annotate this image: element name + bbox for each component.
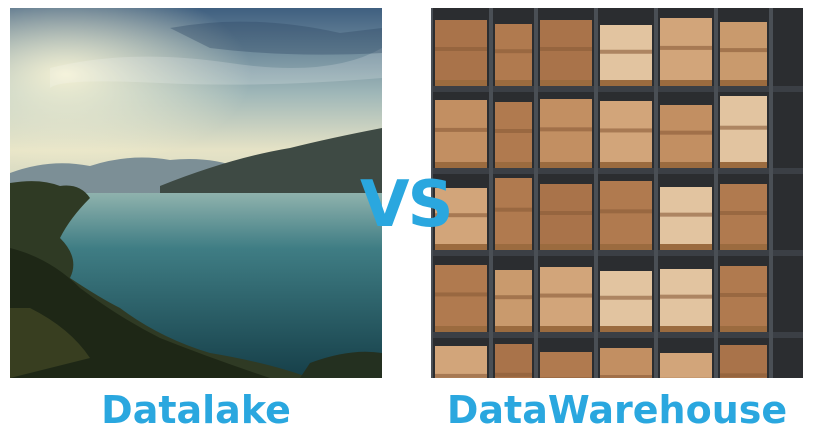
pallet bbox=[495, 162, 532, 168]
shelf-beam bbox=[431, 168, 803, 174]
datalake-caption: Datalake bbox=[101, 388, 291, 432]
box-tape bbox=[600, 375, 652, 378]
pallet bbox=[720, 162, 767, 168]
pallet bbox=[435, 244, 487, 250]
box-tape bbox=[435, 127, 487, 132]
box-tape bbox=[495, 49, 532, 54]
shelf-post bbox=[534, 8, 538, 378]
lake-landscape-illustration bbox=[10, 8, 382, 378]
box-tape bbox=[720, 211, 767, 215]
shelf-post bbox=[594, 8, 598, 378]
warehouse-shelves-illustration bbox=[431, 8, 803, 378]
shelf-beam bbox=[431, 250, 803, 256]
box-tape bbox=[660, 130, 712, 135]
box-tape bbox=[435, 373, 487, 378]
box-tape bbox=[540, 211, 592, 215]
shelf-post bbox=[489, 8, 493, 378]
shelf-beam bbox=[431, 332, 803, 338]
box-tape bbox=[600, 295, 652, 300]
pallet bbox=[435, 326, 487, 332]
pallet bbox=[495, 244, 532, 250]
box-tape bbox=[720, 48, 767, 53]
shelf-post bbox=[714, 8, 718, 378]
pallet bbox=[720, 244, 767, 250]
box-tape bbox=[600, 128, 652, 133]
box-tape bbox=[495, 372, 532, 377]
pallet bbox=[660, 162, 712, 168]
box-tape bbox=[540, 293, 592, 298]
pallet bbox=[660, 244, 712, 250]
shelf-post bbox=[654, 8, 658, 378]
datawarehouse-image bbox=[431, 8, 803, 378]
box-tape bbox=[720, 125, 767, 130]
pallet bbox=[600, 162, 652, 168]
box-tape bbox=[495, 295, 532, 300]
box-tape bbox=[495, 129, 532, 133]
versus-label: VS bbox=[360, 168, 454, 242]
cardboard-box bbox=[660, 353, 712, 378]
pallet bbox=[495, 80, 532, 86]
shelf-post bbox=[769, 8, 773, 378]
cardboard-box bbox=[600, 348, 652, 378]
datawarehouse-caption: DataWarehouse bbox=[446, 388, 788, 432]
pallet bbox=[600, 326, 652, 332]
pallet bbox=[495, 326, 532, 332]
box-tape bbox=[660, 294, 712, 299]
cardboard-box bbox=[720, 345, 767, 378]
pallet bbox=[600, 244, 652, 250]
cardboard-box bbox=[435, 346, 487, 378]
datalake-image bbox=[10, 8, 382, 378]
box-tape bbox=[720, 373, 767, 378]
pallet bbox=[540, 80, 592, 86]
cardboard-box bbox=[540, 352, 592, 378]
box-tape bbox=[720, 293, 767, 297]
pallet bbox=[720, 326, 767, 332]
pallet bbox=[540, 326, 592, 332]
shelf-beam bbox=[431, 86, 803, 92]
box-tape bbox=[660, 45, 712, 50]
pallet bbox=[660, 326, 712, 332]
box-tape bbox=[540, 47, 592, 51]
pallet bbox=[720, 80, 767, 86]
box-tape bbox=[660, 212, 712, 217]
pallet bbox=[600, 80, 652, 86]
box-tape bbox=[540, 377, 592, 378]
box-tape bbox=[540, 127, 592, 132]
pallet bbox=[540, 162, 592, 168]
box-tape bbox=[435, 47, 487, 51]
pallet bbox=[540, 244, 592, 250]
pallet bbox=[660, 80, 712, 86]
box-tape bbox=[495, 207, 532, 212]
box-tape bbox=[600, 49, 652, 54]
box-tape bbox=[435, 292, 487, 297]
pallet bbox=[435, 80, 487, 86]
box-tape bbox=[600, 209, 652, 214]
